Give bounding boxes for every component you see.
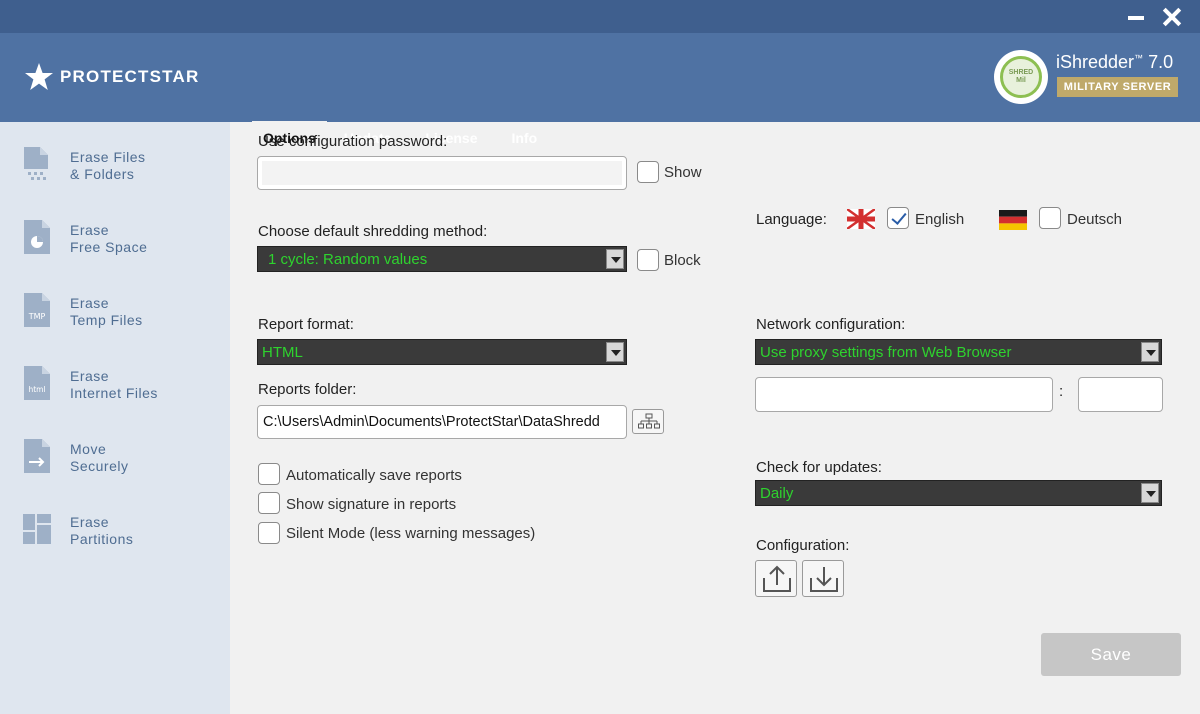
report-format-select[interactable]: HTML [257, 339, 627, 365]
check-updates-label: Check for updates: [756, 459, 882, 476]
show-password-label: Show [664, 164, 702, 181]
password-label: Use configuration password: [258, 133, 448, 150]
deutsch-label: Deutsch [1067, 211, 1123, 228]
save-button[interactable]: Save [1041, 633, 1181, 676]
temp-files-icon: TMP [24, 293, 50, 327]
close-icon[interactable] [1160, 5, 1184, 29]
germany-flag-icon [999, 210, 1027, 230]
auto-save-reports-label: Automatically save reports [286, 467, 462, 484]
files-folders-icon [24, 147, 48, 180]
chevron-down-icon [1141, 342, 1159, 362]
product-name: iShredder™ 7.0 [1056, 52, 1173, 73]
check-updates-value: Daily [760, 484, 794, 502]
proxy-separator: : [1059, 383, 1064, 400]
logo-text: PROTECTSTAR [60, 67, 200, 86]
sidebar-item-label: Erase Internet Files [70, 368, 158, 401]
browse-folder-button[interactable] [632, 409, 664, 434]
sidebar-item-erase-partitions[interactable]: Erase Partitions [0, 494, 230, 566]
sidebar-item-label: Erase Partitions [70, 514, 134, 547]
upload-icon [763, 565, 791, 592]
silent-mode-checkbox[interactable] [258, 522, 280, 544]
english-checkbox[interactable] [887, 207, 909, 229]
proxy-host-input[interactable] [755, 377, 1053, 412]
password-input-field [262, 161, 622, 185]
chevron-down-icon [1141, 483, 1159, 503]
title-bar [0, 0, 1200, 33]
badge-subtext: Mil [1016, 77, 1026, 84]
sidebar-item-move-securely[interactable]: Move Securely [0, 421, 230, 493]
shredding-method-select[interactable]: 1 cycle: Random values [257, 246, 627, 272]
uk-flag-icon [847, 209, 875, 229]
show-password-checkbox[interactable] [637, 161, 659, 183]
show-signature-label: Show signature in reports [286, 496, 457, 513]
sidebar-item-label: Erase Temp Files [70, 295, 143, 328]
edition-badge: MILITARY SERVER [1057, 77, 1178, 97]
minimize-icon[interactable] [1124, 5, 1148, 29]
protectstar-logo: PROTECTSTAR [24, 61, 199, 93]
partitions-icon [23, 514, 51, 544]
trademark-mark: ™ [1134, 53, 1144, 63]
english-label: English [915, 211, 965, 228]
badge-text: SHRED [1008, 69, 1034, 76]
sidebar-item-erase-files-folders[interactable]: Erase Files & Folders [0, 129, 230, 201]
temp-icon-text: TMP [28, 312, 46, 321]
network-config-label: Network configuration: [756, 316, 906, 333]
sidebar-item-erase-free-space[interactable]: Erase Free Space [0, 202, 230, 274]
deutsch-checkbox[interactable] [1039, 207, 1061, 229]
sidebar-item-erase-temp-files[interactable]: TMP Erase Temp Files [0, 275, 230, 347]
report-format-label: Report format: [258, 316, 354, 333]
product-name-text: iShredder [1056, 52, 1135, 72]
move-securely-icon [24, 439, 50, 473]
product-version: 7.0 [1148, 52, 1174, 72]
sidebar-item-erase-internet-files[interactable]: html Erase Internet Files [0, 348, 230, 420]
import-config-button[interactable] [802, 560, 844, 597]
shredding-method-label: Choose default shredding method: [258, 223, 488, 240]
star-logo-icon [25, 63, 53, 90]
product-branding: SHRED Mil iShredder™ 7.0 MILITARY SERVER [994, 48, 1194, 108]
block-checkbox[interactable] [637, 249, 659, 271]
proxy-port-input[interactable] [1078, 377, 1163, 412]
chevron-down-icon [606, 342, 624, 362]
sidebar: Erase Files & Folders Erase Free Space T… [0, 122, 230, 714]
export-config-button[interactable] [755, 560, 797, 597]
report-format-value: HTML [262, 343, 303, 361]
app-header: PROTECTSTAR SHRED Mil iShredder™ 7.0 MIL… [0, 33, 1200, 155]
html-icon-text: html [28, 385, 45, 394]
reports-folder-input[interactable] [257, 405, 627, 439]
network-config-select[interactable]: Use proxy settings from Web Browser [755, 339, 1162, 365]
sidebar-item-label: Move Securely [70, 441, 129, 474]
internet-files-icon: html [24, 366, 50, 400]
tab-info[interactable]: Info [494, 121, 554, 155]
check-updates-select[interactable]: Daily [755, 480, 1162, 506]
reports-folder-label: Reports folder: [258, 381, 357, 398]
language-label: Language: [756, 211, 827, 228]
shredding-method-value: 1 cycle: Random values [268, 250, 428, 268]
sidebar-item-label: Erase Files & Folders [70, 149, 146, 182]
folder-tree-icon [638, 413, 660, 429]
password-input[interactable] [257, 156, 627, 190]
silent-mode-label: Silent Mode (less warning messages) [286, 525, 536, 542]
free-space-icon [24, 220, 50, 254]
sidebar-item-label: Erase Free Space [70, 222, 148, 255]
show-signature-checkbox[interactable] [258, 492, 280, 514]
auto-save-reports-checkbox[interactable] [258, 463, 280, 485]
configuration-label: Configuration: [756, 537, 850, 554]
block-label: Block [664, 252, 701, 269]
network-config-value: Use proxy settings from Web Browser [760, 343, 1012, 361]
download-icon [810, 567, 838, 592]
chevron-down-icon [606, 249, 624, 269]
shred-badge-icon: SHRED Mil [994, 50, 1048, 104]
